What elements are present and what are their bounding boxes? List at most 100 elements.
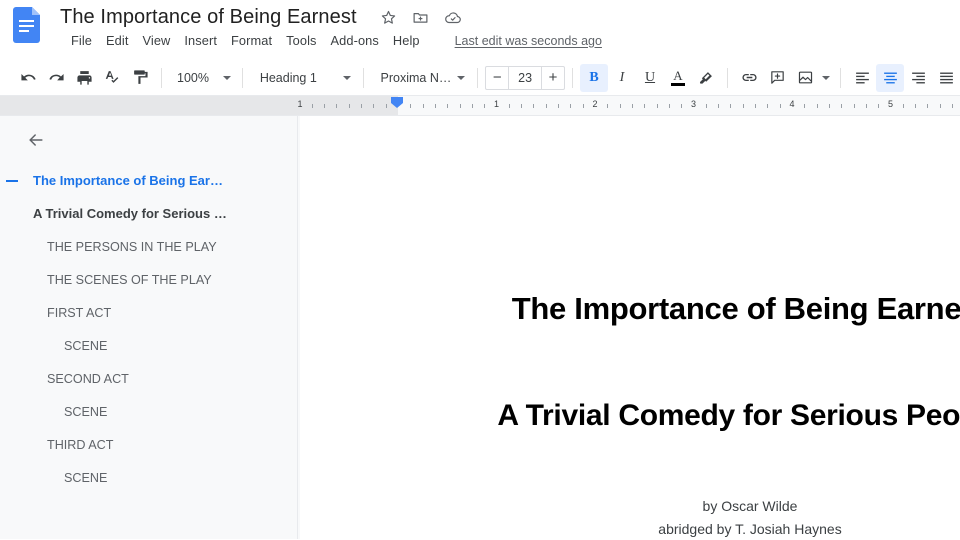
ruler-tick	[952, 104, 954, 108]
add-comment-icon[interactable]	[763, 64, 791, 92]
document-heading-1[interactable]: The Importance of Being Earnest	[420, 291, 960, 327]
paragraph-style-select[interactable]: Heading 1	[250, 65, 356, 91]
italic-button[interactable]: I	[608, 64, 636, 92]
menu-item-file[interactable]: File	[64, 31, 99, 50]
font-family-select[interactable]: Proxima N…	[371, 65, 471, 91]
ruler-number: 2	[592, 99, 598, 109]
align-justify-icon[interactable]	[932, 64, 960, 92]
outline-item-label: The Importance of Being Ear…	[33, 173, 223, 188]
ruler-number: 4	[789, 99, 795, 109]
ruler-tick	[656, 104, 658, 108]
ruler-tick	[828, 104, 830, 108]
title-icon-group	[380, 9, 461, 26]
outline-item[interactable]: The Importance of Being Ear…	[0, 164, 297, 197]
outline-item[interactable]: THE PERSONS IN THE PLAY	[0, 230, 297, 263]
zoom-select[interactable]: 100%	[169, 65, 235, 91]
ruler-tick	[582, 104, 584, 108]
outline-item[interactable]: SCENE	[0, 461, 297, 494]
ruler-tick	[311, 104, 313, 108]
outline-item-label: THE SCENES OF THE PLAY	[47, 272, 212, 287]
title-row: The Importance of Being Earnest	[60, 2, 461, 32]
ruler-tick	[361, 104, 363, 108]
underline-button[interactable]: U	[636, 64, 664, 92]
ruler-tick	[631, 104, 633, 108]
toolbar-divider	[161, 67, 162, 88]
bold-button[interactable]: B	[580, 63, 608, 92]
outline-item-label: SECOND ACT	[47, 371, 129, 386]
last-edit-status[interactable]: Last edit was seconds ago	[455, 34, 602, 48]
chevron-down-icon	[342, 75, 351, 80]
cloud-saved-icon[interactable]	[444, 9, 461, 26]
menu-item-add-ons[interactable]: Add-ons	[324, 31, 386, 50]
outline-item-list: The Importance of Being Ear… A Trivial Co…	[0, 164, 297, 494]
ruler-tick	[927, 104, 929, 108]
chevron-down-icon	[222, 75, 231, 80]
outline-item[interactable]: SCENE	[0, 395, 297, 428]
chevron-down-icon	[822, 75, 830, 80]
print-icon[interactable]	[70, 64, 98, 92]
document-title[interactable]: The Importance of Being Earnest	[60, 6, 357, 29]
outline-collapse-icon[interactable]	[6, 179, 18, 182]
outline-item[interactable]: FIRST ACT	[0, 296, 297, 329]
menu-item-edit[interactable]: Edit	[99, 31, 135, 50]
ruler-tick	[447, 104, 449, 108]
ruler-number: 1	[297, 99, 303, 109]
ruler-number: 3	[690, 99, 697, 109]
ruler-tick	[705, 104, 707, 108]
document-body[interactable]: The Importance of Being Earnest A Trivia…	[300, 116, 960, 539]
outline-item-label: THE PERSONS IN THE PLAY	[47, 239, 217, 254]
ruler-tick	[939, 104, 941, 108]
ruler-tick	[336, 104, 338, 108]
insert-image-icon[interactable]	[791, 64, 819, 92]
outline-item[interactable]: SCENE	[0, 329, 297, 362]
text-color-button[interactable]: A	[664, 64, 692, 92]
toolbar-divider	[572, 67, 573, 88]
star-icon[interactable]	[380, 9, 397, 26]
menu-item-tools[interactable]: Tools	[279, 31, 323, 50]
insert-link-icon[interactable]	[735, 64, 763, 92]
outline-item-label: SCENE	[64, 470, 108, 485]
redo-icon[interactable]	[42, 64, 70, 92]
outline-item[interactable]: SECOND ACT	[0, 362, 297, 395]
align-center-icon[interactable]	[876, 63, 904, 92]
document-page[interactable]: The Importance of Being Earnest A Trivia…	[300, 116, 960, 539]
highlight-color-icon[interactable]	[692, 64, 720, 92]
document-heading-2[interactable]: A Trivial Comedy for Serious People	[420, 399, 960, 433]
outline-item[interactable]: A Trivial Comedy for Serious …	[0, 197, 297, 230]
menu-item-insert[interactable]: Insert	[177, 31, 224, 50]
ruler-tick	[324, 104, 326, 108]
menu-item-format[interactable]: Format	[224, 31, 279, 50]
decrease-font-size-button[interactable]: −	[486, 67, 508, 89]
back-arrow-icon[interactable]	[24, 128, 48, 152]
move-to-folder-icon[interactable]	[412, 9, 429, 26]
ruler-tick	[373, 104, 375, 108]
paint-format-icon[interactable]	[126, 64, 154, 92]
google-docs-icon[interactable]	[13, 7, 40, 43]
menu-item-help[interactable]: Help	[386, 31, 427, 50]
ruler-tick	[385, 104, 387, 108]
ruler-tick	[718, 104, 720, 108]
increase-font-size-button[interactable]: +	[542, 67, 564, 89]
ruler-tick	[730, 104, 732, 108]
document-byline[interactable]: by Oscar Wilde abridged by T. Josiah Hay…	[420, 495, 960, 539]
toolbar-divider	[840, 67, 841, 88]
spellcheck-icon[interactable]	[98, 64, 126, 92]
ruler-tick	[742, 104, 744, 108]
ruler-tick	[681, 104, 683, 108]
toolbar-divider	[241, 67, 243, 88]
ruler-tick	[619, 104, 621, 108]
ruler-tick	[484, 104, 486, 108]
ruler-tick	[508, 104, 510, 108]
align-right-icon[interactable]	[904, 64, 932, 92]
byline-abridger: abridged by T. Josiah Haynes	[658, 521, 842, 537]
menu-item-view[interactable]: View	[135, 31, 177, 50]
outline-item-label: THIRD ACT	[47, 437, 114, 452]
align-left-icon[interactable]	[848, 64, 876, 92]
font-size-value[interactable]: 23	[508, 66, 543, 89]
image-options-chevron-icon[interactable]	[819, 64, 833, 92]
outline-item[interactable]: THE SCENES OF THE PLAY	[0, 263, 297, 296]
ruler-tick	[779, 104, 781, 108]
ruler[interactable]: 1 2 3 4 5 1	[0, 96, 960, 116]
outline-item[interactable]: THIRD ACT	[0, 428, 297, 461]
undo-icon[interactable]	[14, 64, 42, 92]
